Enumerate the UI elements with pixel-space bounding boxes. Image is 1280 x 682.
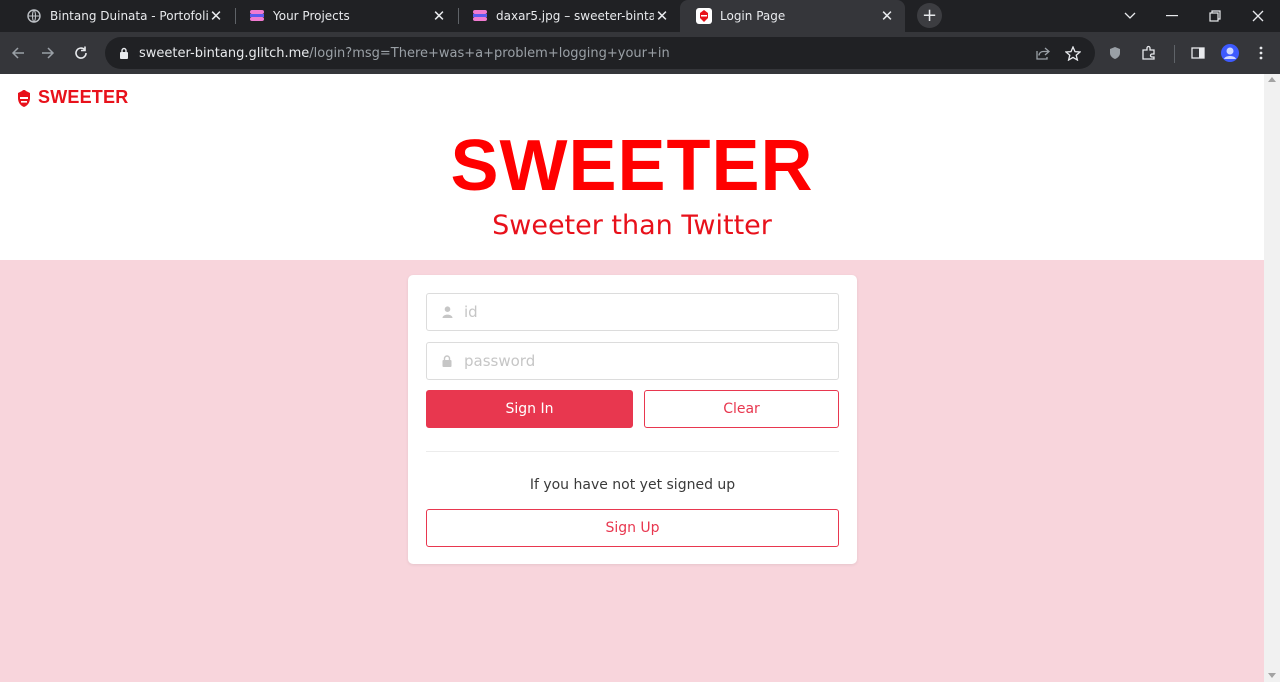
restore-icon[interactable] (1195, 0, 1235, 32)
address-bar[interactable]: sweeter-bintang.glitch.me/login?msg=Ther… (105, 37, 1095, 69)
tab-search-icon[interactable] (1110, 0, 1150, 32)
new-tab-button[interactable]: + (917, 3, 942, 28)
tab-title: daxar5.jpg – sweeter-bintang (496, 9, 654, 23)
sign-in-button[interactable]: Sign In (426, 390, 633, 428)
close-tab-icon[interactable]: ✕ (879, 7, 895, 25)
share-icon[interactable] (1031, 41, 1055, 65)
url-text: sweeter-bintang.glitch.me/login?msg=Ther… (139, 46, 670, 61)
glitch-icon (472, 8, 488, 24)
login-section-background: Sign In Clear If you have not yet signed… (0, 260, 1264, 682)
signup-note: If you have not yet signed up (529, 477, 736, 493)
brand-name: SWEETER (38, 87, 129, 107)
id-input[interactable] (464, 294, 838, 330)
tab-daxar5[interactable]: daxar5.jpg – sweeter-bintang ✕ (446, 0, 680, 32)
card-divider (426, 451, 839, 452)
login-card: Sign In Clear If you have not yet signed… (408, 275, 857, 564)
close-tab-icon[interactable]: ✕ (208, 7, 224, 25)
reload-icon[interactable] (69, 41, 93, 65)
back-arrow-icon[interactable] (6, 41, 30, 65)
tab-your-projects[interactable]: Your Projects ✕ (223, 0, 457, 32)
lock-icon (440, 354, 454, 368)
browser-tab-strip: Bintang Duinata - Portofolio ✕ Your Proj… (0, 0, 1280, 32)
shield-icon[interactable] (1103, 41, 1127, 65)
url-host: sweeter-bintang.glitch.me (139, 45, 310, 61)
profile-avatar[interactable] (1218, 41, 1242, 65)
tab-title: Login Page (720, 9, 786, 23)
browser-toolbar: sweeter-bintang.glitch.me/login?msg=Ther… (0, 32, 1280, 74)
page-viewport: SWEETER SWEETER Sweeter than Twitter Sig… (0, 74, 1280, 682)
page-scrollbar[interactable] (1264, 74, 1280, 682)
sweeter-logo-icon (696, 8, 712, 24)
close-window-icon[interactable] (1238, 0, 1278, 32)
extensions-puzzle-icon[interactable] (1137, 41, 1161, 65)
password-field[interactable] (426, 342, 839, 380)
tab-title: Bintang Duinata - Portofolio (50, 9, 208, 23)
tab-login-page[interactable]: Login Page ✕ (680, 0, 905, 32)
more-menu-icon[interactable] (1249, 41, 1273, 65)
scroll-up-arrow-icon[interactable] (1268, 77, 1276, 82)
clear-button[interactable]: Clear (644, 390, 839, 428)
bookmark-star-icon[interactable] (1061, 41, 1085, 65)
close-tab-icon[interactable]: ✕ (431, 7, 447, 25)
page-title: SWEETER (450, 126, 814, 206)
scroll-down-arrow-icon[interactable] (1268, 673, 1276, 678)
close-tab-icon[interactable]: ✕ (654, 7, 670, 25)
url-path: /login?msg=There+was+a+problem+logging+y… (309, 45, 670, 61)
sign-up-button[interactable]: Sign Up (426, 509, 839, 547)
tab-portofolio[interactable]: Bintang Duinata - Portofolio ✕ (0, 0, 234, 32)
globe-icon (26, 8, 42, 24)
glitch-icon (249, 8, 265, 24)
id-field[interactable] (426, 293, 839, 331)
lock-icon[interactable] (117, 47, 131, 59)
page-subtitle: Sweeter than Twitter (492, 210, 772, 241)
brand-header-link[interactable]: SWEETER (16, 87, 128, 108)
user-icon (440, 305, 454, 319)
side-panel-icon[interactable] (1186, 41, 1210, 65)
tab-title: Your Projects (273, 9, 350, 23)
forward-arrow-icon[interactable] (36, 41, 60, 65)
minimize-icon[interactable] (1152, 0, 1192, 32)
toolbar-divider (1174, 45, 1175, 63)
sweeter-logo-icon (16, 88, 32, 108)
password-input[interactable] (464, 343, 838, 379)
